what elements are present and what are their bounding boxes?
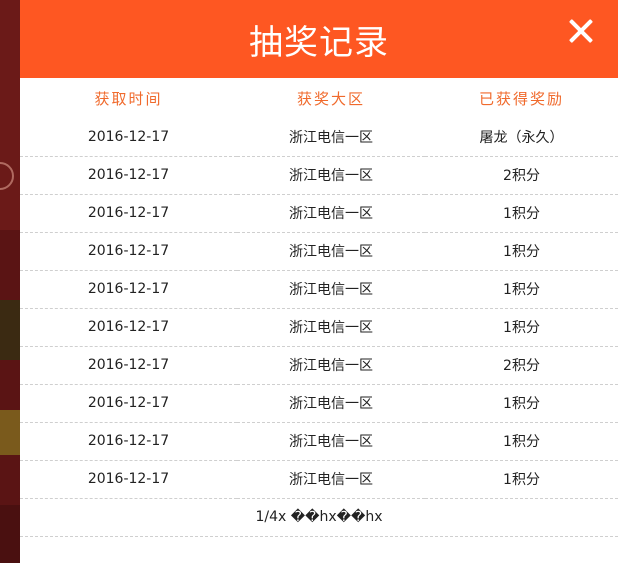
cell-region: 浙江电信一区 xyxy=(237,346,425,385)
cell-region: 浙江电信一区 xyxy=(237,156,425,195)
cell-region: 浙江电信一区 xyxy=(237,384,425,423)
table-row: 2016-12-17 浙江电信一区 1积分 xyxy=(20,460,618,499)
cell-region: 浙江电信一区 xyxy=(237,118,425,157)
table-row: 2016-12-17 浙江电信一区 1积分 xyxy=(20,384,618,423)
modal-header: 抽奖记录 xyxy=(20,0,618,78)
close-icon[interactable] xyxy=(566,16,596,46)
cell-region: 浙江电信一区 xyxy=(237,308,425,347)
cell-date: 2016-12-17 xyxy=(20,346,237,385)
table-row: 2016-12-17 浙江电信一区 2积分 xyxy=(20,346,618,385)
background-panel xyxy=(0,505,20,563)
background-panel xyxy=(0,0,20,230)
table-row: 2016-12-17 浙江电信一区 屠龙（永久） xyxy=(20,118,618,157)
column-header-time: 获取时间 xyxy=(94,89,163,108)
lottery-record-modal: 抽奖记录 获取时间 获奖大区 已获得奖励 2016-12-17 浙江电信一区 屠… xyxy=(20,0,618,563)
table-row: 2016-12-17 浙江电信一区 1积分 xyxy=(20,232,618,271)
cell-date: 2016-12-17 xyxy=(20,194,237,233)
cell-reward: 1积分 xyxy=(425,308,618,347)
modal-title: 抽奖记录 xyxy=(249,22,389,63)
cell-region: 浙江电信一区 xyxy=(237,270,425,309)
cell-date: 2016-12-17 xyxy=(20,422,237,461)
table-row: 2016-12-17 浙江电信一区 1积分 xyxy=(20,308,618,347)
record-table: 获取时间 获奖大区 已获得奖励 2016-12-17 浙江电信一区 屠龙（永久）… xyxy=(20,78,618,499)
background-panel xyxy=(0,300,20,360)
cell-date: 2016-12-17 xyxy=(20,308,237,347)
cell-date: 2016-12-17 xyxy=(20,232,237,271)
cell-region: 浙江电信一区 xyxy=(237,194,425,233)
cell-reward: 1积分 xyxy=(425,460,618,499)
cell-date: 2016-12-17 xyxy=(20,460,237,499)
cell-reward: 屠龙（永久） xyxy=(425,118,618,157)
table-row: 2016-12-17 浙江电信一区 1积分 xyxy=(20,194,618,233)
cell-reward: 1积分 xyxy=(425,384,618,423)
cell-reward: 1积分 xyxy=(425,194,618,233)
column-header-reward: 已获得奖励 xyxy=(478,89,564,108)
cell-reward: 1积分 xyxy=(425,422,618,461)
column-header-region: 获奖大区 xyxy=(296,89,365,108)
cell-region: 浙江电信一区 xyxy=(237,460,425,499)
table-row: 2016-12-17 浙江电信一区 1积分 xyxy=(20,270,618,309)
cell-date: 2016-12-17 xyxy=(20,384,237,423)
background-page xyxy=(0,0,20,563)
cell-reward: 1积分 xyxy=(425,270,618,309)
background-panel xyxy=(0,410,20,455)
pagination[interactable]: 1/4x ��hx��hx xyxy=(20,499,618,537)
cell-region: 浙江电信一区 xyxy=(237,232,425,271)
cell-date: 2016-12-17 xyxy=(20,118,237,157)
cell-date: 2016-12-17 xyxy=(20,270,237,309)
table-row: 2016-12-17 浙江电信一区 2积分 xyxy=(20,156,618,195)
table-row: 2016-12-17 浙江电信一区 1积分 xyxy=(20,422,618,461)
cell-reward: 1积分 xyxy=(425,232,618,271)
table-header-row: 获取时间 获奖大区 已获得奖励 xyxy=(20,78,618,118)
cell-date: 2016-12-17 xyxy=(20,156,237,195)
cell-reward: 2积分 xyxy=(425,156,618,195)
cell-region: 浙江电信一区 xyxy=(237,422,425,461)
cell-reward: 2积分 xyxy=(425,346,618,385)
